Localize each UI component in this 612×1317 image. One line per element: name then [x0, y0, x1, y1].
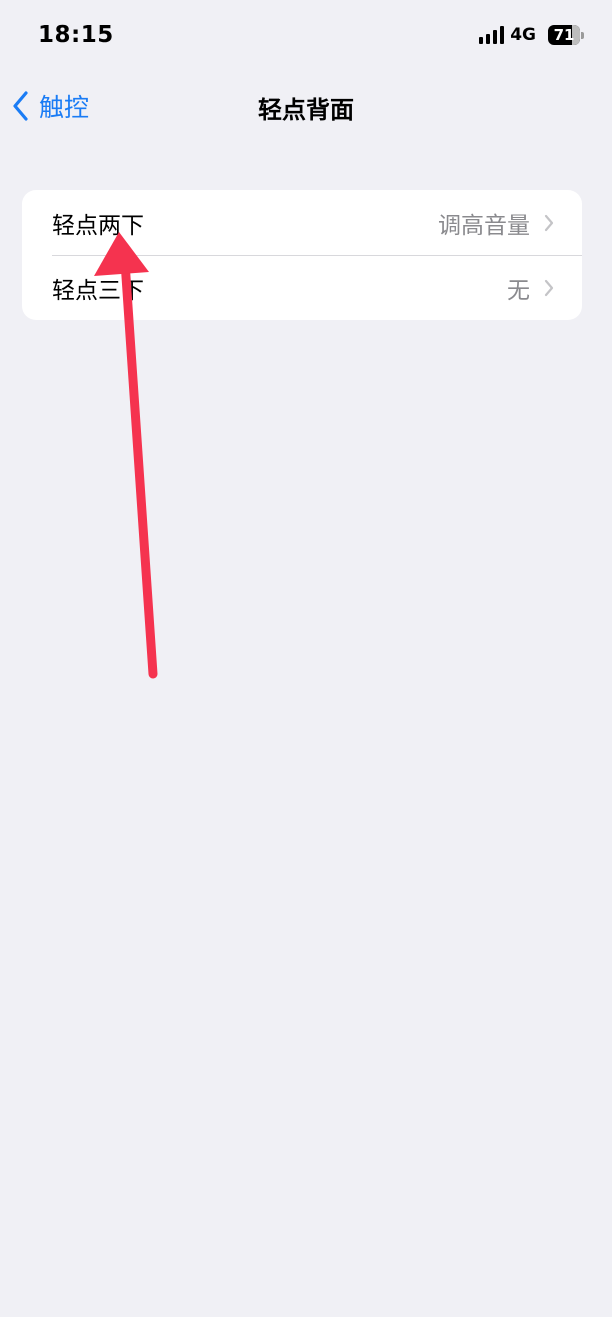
- battery-level: 71: [553, 26, 575, 44]
- row-label: 轻点三下: [52, 277, 144, 304]
- list-item-triple-tap[interactable]: 轻点三下 无: [22, 255, 582, 320]
- chevron-right-icon: [544, 279, 554, 297]
- row-label: 轻点两下: [52, 212, 144, 239]
- signal-bars-icon: [479, 26, 505, 44]
- navigation-bar: 触控 轻点背面: [0, 72, 612, 136]
- back-tap-settings-list: 轻点两下 调高音量 轻点三下 无: [22, 190, 582, 320]
- status-indicators: 4G 71: [479, 25, 584, 45]
- network-type-label: 4G: [510, 25, 536, 45]
- status-bar: 18:15 4G 71: [0, 0, 612, 72]
- status-time: 18:15: [38, 22, 114, 48]
- battery-icon: 71: [548, 25, 584, 45]
- row-value: 调高音量: [438, 212, 530, 239]
- page-title: 轻点背面: [258, 96, 354, 124]
- chevron-right-icon: [544, 214, 554, 232]
- row-value: 无: [507, 277, 530, 304]
- list-item-double-tap[interactable]: 轻点两下 调高音量: [22, 190, 582, 255]
